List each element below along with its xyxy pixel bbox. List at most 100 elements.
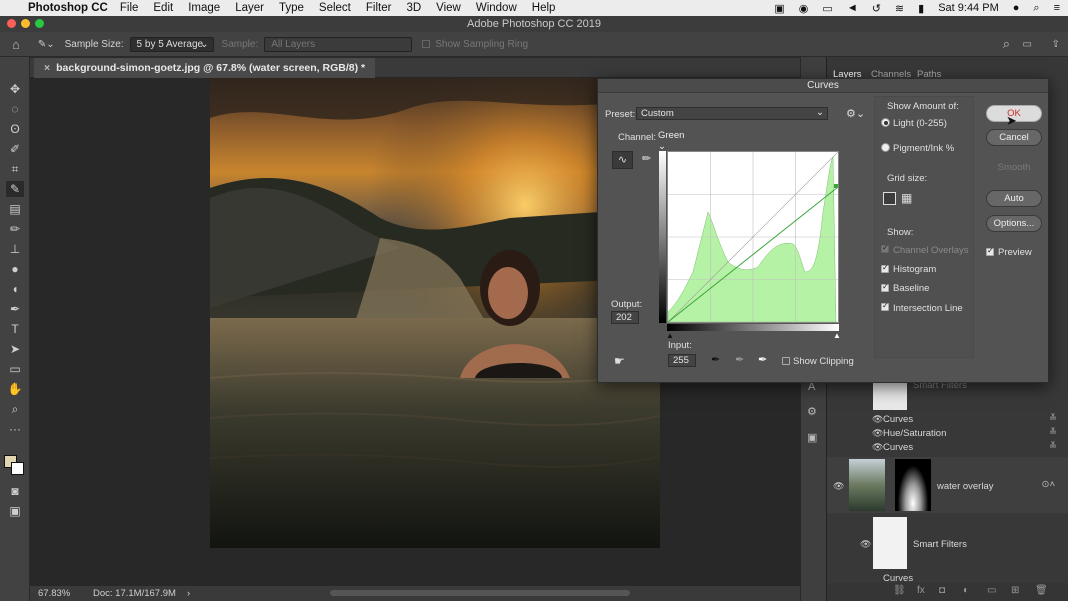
- pigment-radio[interactable]: [881, 143, 890, 152]
- time-machine-icon[interactable]: ↺: [872, 2, 881, 15]
- spotlight-search-icon[interactable]: ⌕: [1033, 2, 1039, 15]
- zoom-level[interactable]: 67.83%: [38, 586, 70, 601]
- on-image-adjustment-icon[interactable]: ☛: [614, 354, 625, 368]
- 3d-panel-icon[interactable]: ⚙: [807, 405, 817, 418]
- preset-options-gear-icon[interactable]: ⚙⌄: [846, 107, 865, 120]
- layer-row-hue-saturation[interactable]: 👁 Hue/Saturation ≚: [827, 427, 1068, 441]
- quick-mask-icon[interactable]: ◙: [6, 483, 24, 499]
- sample-select[interactable]: All Layers: [264, 36, 413, 52]
- visibility-eye-icon[interactable]: 👁: [860, 539, 871, 550]
- curves-dialog-title[interactable]: Curves: [598, 79, 1048, 93]
- lasso-tool-icon[interactable]: ʘ: [6, 121, 24, 137]
- hand-tool-icon[interactable]: ✋: [6, 381, 24, 397]
- minimize-window-button[interactable]: [21, 19, 30, 28]
- add-mask-icon[interactable]: ◘: [939, 585, 945, 596]
- show-sampling-ring-checkbox[interactable]: [422, 40, 431, 48]
- workspace-icon[interactable]: ▭: [1023, 39, 1032, 50]
- curve-point-mode-button[interactable]: ∿: [612, 151, 633, 169]
- adjustment-layer-icon[interactable]: ◐: [963, 585, 969, 596]
- smooth-button[interactable]: Smooth: [986, 159, 1042, 176]
- preset-select[interactable]: Custom ⌄: [636, 107, 828, 120]
- path-selection-tool-icon[interactable]: ➤: [6, 341, 24, 357]
- visibility-eye-icon[interactable]: 👁: [872, 442, 883, 453]
- filter-options-icon[interactable]: ≚: [1049, 427, 1057, 438]
- sample-gray-point-eyedropper-icon[interactable]: ✒: [735, 353, 744, 366]
- creative-cloud-icon[interactable]: ◉: [799, 2, 809, 15]
- layer-row-curves-3[interactable]: Curves: [827, 573, 1068, 583]
- link-layers-icon[interactable]: ⛓: [893, 585, 906, 596]
- menu-image[interactable]: Image: [188, 2, 220, 14]
- healing-brush-tool-icon[interactable]: ▤: [6, 201, 24, 217]
- output-field[interactable]: 202: [611, 311, 639, 324]
- auto-button[interactable]: Auto: [986, 190, 1042, 207]
- intersection-line-checkbox[interactable]: [881, 301, 889, 311]
- document-image[interactable]: [210, 78, 660, 548]
- properties-panel-icon[interactable]: ▣: [807, 431, 817, 444]
- fx-icon[interactable]: fx: [917, 585, 925, 596]
- new-layer-icon[interactable]: ⊞: [1011, 585, 1019, 596]
- grid-detailed-icon[interactable]: ▦: [901, 192, 912, 205]
- grid-simple-icon[interactable]: [883, 192, 896, 205]
- close-window-button[interactable]: [7, 19, 16, 28]
- menu-edit[interactable]: Edit: [153, 2, 173, 14]
- background-color-swatch[interactable]: [11, 462, 24, 475]
- visibility-eye-icon[interactable]: 👁: [872, 428, 883, 439]
- zoom-tool-icon[interactable]: ⌕: [6, 401, 24, 417]
- input-field[interactable]: 255: [668, 354, 696, 367]
- screen-mode-icon[interactable]: ▣: [6, 503, 24, 519]
- curves-graph[interactable]: [667, 151, 839, 323]
- layer-row-smart-filters-1[interactable]: Smart Filters: [827, 380, 1068, 410]
- menu-window[interactable]: Window: [476, 2, 517, 14]
- volume-icon[interactable]: ◄: [847, 2, 858, 14]
- options-button[interactable]: Options...: [986, 215, 1042, 232]
- histogram-checkbox[interactable]: [881, 263, 889, 273]
- blur-tool-icon[interactable]: ●: [6, 261, 24, 277]
- share-icon[interactable]: ⇪: [1052, 39, 1060, 50]
- visibility-eye-icon[interactable]: 👁: [872, 414, 883, 425]
- new-group-icon[interactable]: ▭: [987, 585, 996, 596]
- sample-black-point-eyedropper-icon[interactable]: ✒: [711, 353, 720, 366]
- brush-tool-icon[interactable]: ✏: [6, 221, 24, 237]
- menu-file[interactable]: File: [120, 2, 139, 14]
- eyedropper-tool-preset-icon[interactable]: ✎⌄: [38, 39, 55, 50]
- battery-icon[interactable]: ▮: [918, 2, 924, 15]
- home-icon[interactable]: ⌂: [12, 37, 20, 52]
- channel-select[interactable]: Green ⌄: [658, 130, 694, 152]
- horizontal-scrollbar[interactable]: [330, 590, 630, 596]
- crop-tool-icon[interactable]: ⌗: [6, 161, 24, 177]
- wifi-icon[interactable]: ≋: [895, 2, 904, 15]
- filter-options-icon[interactable]: ≚: [1049, 413, 1057, 424]
- menu-select[interactable]: Select: [319, 2, 351, 14]
- clock[interactable]: Sat 9:44 PM: [938, 2, 999, 14]
- notification-center-icon[interactable]: ≡: [1054, 2, 1060, 14]
- layer-row-curves-2[interactable]: 👁 Curves ≚: [827, 441, 1068, 455]
- menu-layer[interactable]: Layer: [235, 2, 264, 14]
- search-icon[interactable]: ⌕: [1003, 36, 1010, 52]
- channel-overlays-checkbox[interactable]: [881, 243, 889, 253]
- layer-row-curves-1[interactable]: 👁 Curves ≚: [827, 413, 1068, 427]
- filter-options-icon[interactable]: ≚: [1049, 441, 1057, 452]
- layer-row-smart-filters-2[interactable]: 👁 Smart Filters: [827, 517, 1068, 573]
- status-menu-arrow-icon[interactable]: ›: [187, 586, 190, 601]
- more-tools-icon[interactable]: ···: [6, 421, 24, 437]
- document-tab[interactable]: × background-simon-goetz.jpg @ 67.8% (wat…: [34, 58, 376, 78]
- delete-layer-icon[interactable]: 🗑: [1035, 585, 1048, 596]
- menu-view[interactable]: View: [436, 2, 461, 14]
- type-tool-icon[interactable]: T: [6, 321, 24, 337]
- move-tool-icon[interactable]: ✥: [6, 81, 24, 97]
- marquee-tool-icon[interactable]: ◌: [6, 101, 24, 117]
- eyedropper-tool-icon[interactable]: ✎: [6, 181, 24, 197]
- layer-row-water-overlay[interactable]: 👁 water overlay ⊙˄: [827, 457, 1068, 513]
- pen-tool-icon[interactable]: ✒: [6, 301, 24, 317]
- dodge-tool-icon[interactable]: ◖: [6, 281, 24, 297]
- baseline-checkbox[interactable]: [881, 282, 889, 292]
- cancel-button[interactable]: Cancel: [986, 129, 1042, 146]
- sample-white-point-eyedropper-icon[interactable]: ✒: [758, 353, 767, 366]
- preview-checkbox[interactable]: [986, 246, 994, 256]
- user-icon[interactable]: ●: [1013, 2, 1020, 14]
- pencil-draw-mode-button[interactable]: ✏: [636, 151, 657, 169]
- visibility-eye-icon[interactable]: 👁: [833, 481, 844, 492]
- zoom-window-button[interactable]: [35, 19, 44, 28]
- light-radio[interactable]: [881, 118, 890, 127]
- clone-stamp-tool-icon[interactable]: ⊥: [6, 241, 24, 257]
